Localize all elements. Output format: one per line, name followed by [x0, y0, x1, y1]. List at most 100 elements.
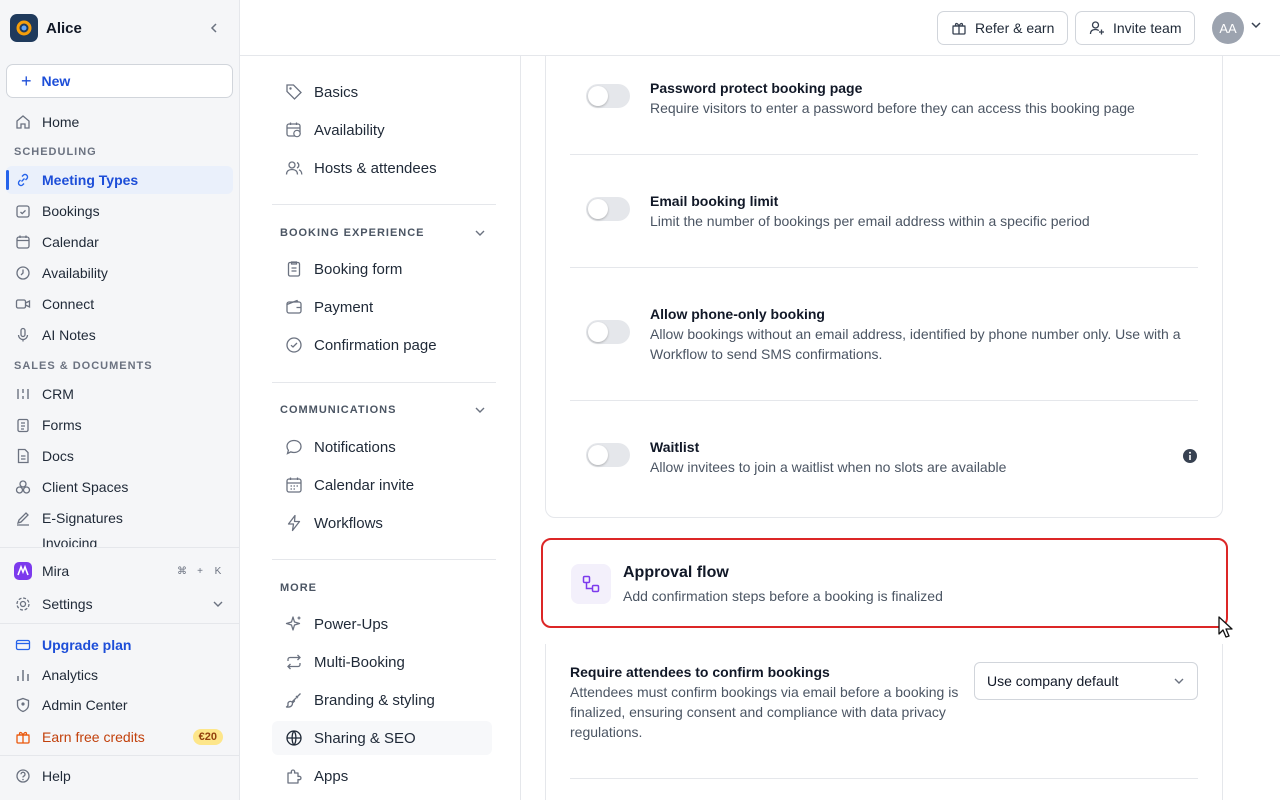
subnav-multi-booking[interactable]: Multi-Booking [272, 645, 492, 679]
nav-admin-label: Admin Center [42, 697, 128, 713]
section-booking-experience: BOOKING EXPERIENCE [280, 227, 425, 239]
nav-analytics[interactable]: Analytics [6, 661, 233, 689]
nav-calendar-label: Calendar [42, 234, 99, 250]
sidebar-divider [0, 623, 239, 624]
subnav-calendar-invite[interactable]: Calendar invite [272, 468, 492, 502]
shortcut-key: ⌘ [177, 565, 187, 577]
nav-upgrade-label: Upgrade plan [42, 637, 132, 653]
nav-forms[interactable]: Forms [6, 411, 233, 439]
invite-team-label: Invite team [1113, 20, 1182, 36]
nav-credits-label: Earn free credits [42, 729, 145, 745]
nav-crm[interactable]: CRM [6, 380, 233, 408]
section-sales-documents: SALES & DOCUMENTS [14, 360, 153, 372]
chat-bubble-icon [284, 437, 304, 457]
refer-earn-button[interactable]: Refer & earn [937, 11, 1069, 45]
info-icon[interactable] [1182, 448, 1198, 464]
nav-bookings[interactable]: Bookings [6, 197, 233, 225]
approval-flow-title: Approval flow [623, 564, 729, 581]
nav-forms-label: Forms [42, 417, 82, 433]
nav-crm-label: CRM [42, 386, 74, 402]
invite-team-button[interactable]: Invite team [1075, 11, 1196, 45]
subnav-divider [272, 559, 496, 560]
row-divider [570, 400, 1198, 401]
section-communications: COMMUNICATIONS [280, 404, 397, 416]
subnav-calendar-invite-label: Calendar invite [314, 476, 415, 494]
waitlist-toggle[interactable] [586, 443, 630, 467]
subnav-notifications[interactable]: Notifications [272, 430, 492, 464]
approval-flow-icon [571, 564, 611, 604]
client-spaces-icon [14, 478, 32, 496]
chevron-down-icon[interactable] [474, 405, 486, 415]
chevron-down-icon[interactable] [474, 228, 486, 238]
new-button[interactable]: + New [6, 64, 233, 98]
mouse-cursor-icon [1218, 616, 1233, 638]
collapse-sidebar-icon[interactable] [205, 19, 223, 37]
credits-badge: €20 [192, 729, 223, 745]
user-plus-icon [1089, 20, 1105, 36]
row-divider [570, 778, 1198, 779]
subnav-branding-label: Branding & styling [314, 691, 435, 709]
subnav-sharing-label: Sharing & SEO [314, 729, 416, 747]
nav-help-label: Help [42, 768, 71, 784]
nav-home[interactable]: Home [6, 108, 233, 136]
password-protect-toggle[interactable] [586, 84, 630, 108]
gift-icon [951, 20, 967, 36]
crm-icon [14, 385, 32, 403]
paintbrush-icon [284, 690, 304, 710]
subnav-sharing-seo[interactable]: Sharing & SEO [272, 721, 492, 755]
nav-ai-notes-label: AI Notes [42, 327, 96, 343]
workspace-name: Alice [46, 19, 82, 37]
calendar-clock-icon [284, 120, 304, 140]
users-icon [284, 158, 304, 178]
require-confirm-description: Attendees must confirm bookings via emai… [570, 684, 959, 740]
subnav-notifications-label: Notifications [314, 438, 396, 456]
subnav-confirmation-page[interactable]: Confirmation page [272, 328, 492, 362]
email-limit-toggle[interactable] [586, 197, 630, 221]
main-content: Password protect booking page Require vi… [521, 56, 1280, 800]
require-confirm-select[interactable]: Use company default [974, 662, 1198, 700]
nav-settings[interactable]: Settings [6, 590, 233, 618]
nav-e-signatures-label: E-Signatures [42, 510, 123, 526]
home-icon [14, 113, 32, 131]
subnav-power-ups[interactable]: Power-Ups [272, 607, 492, 641]
nav-earn-credits[interactable]: Earn free credits €20 [6, 723, 233, 751]
subnav-payment[interactable]: Payment [272, 290, 492, 324]
subnav-basics[interactable]: Basics [272, 75, 492, 109]
nav-calendar[interactable]: Calendar [6, 228, 233, 256]
subnav-workflows[interactable]: Workflows [272, 506, 492, 540]
nav-client-spaces[interactable]: Client Spaces [6, 473, 233, 501]
nav-upgrade-plan[interactable]: Upgrade plan [6, 631, 233, 659]
approval-flow-card[interactable]: Approval flow Add confirmation steps bef… [541, 538, 1228, 628]
nav-home-label: Home [42, 114, 80, 130]
nav-admin-center[interactable]: Admin Center [6, 691, 233, 719]
phone-only-booking-toggle[interactable] [586, 320, 630, 344]
subnav-divider [272, 382, 496, 383]
nav-availability[interactable]: Availability [6, 259, 233, 287]
chevron-down-icon[interactable] [1250, 20, 1262, 30]
sparkle-icon [284, 614, 304, 634]
user-avatar[interactable]: AA [1212, 12, 1244, 44]
require-confirm-title: Require attendees to confirm bookings [570, 664, 830, 680]
nav-meeting-types[interactable]: Meeting Types [6, 166, 233, 194]
nav-help[interactable]: Help [6, 762, 233, 790]
nav-e-signatures[interactable]: E-Signatures [6, 504, 233, 532]
top-bar: Refer & earn Invite team AA [240, 0, 1280, 56]
nav-connect[interactable]: Connect [6, 290, 233, 318]
nav-mira[interactable]: Mira ⌘ + K [6, 557, 233, 585]
nav-mira-label: Mira [42, 563, 70, 579]
workspace-switcher[interactable]: Alice [10, 14, 230, 42]
subnav-availability[interactable]: Availability [272, 113, 492, 147]
subnav-booking-form[interactable]: Booking form [272, 252, 492, 286]
gear-icon [14, 595, 32, 613]
subnav-divider [272, 204, 496, 205]
help-icon [14, 767, 32, 785]
nav-availability-label: Availability [42, 265, 108, 281]
subnav-hosts-attendees[interactable]: Hosts & attendees [272, 151, 492, 185]
nav-ai-notes[interactable]: AI Notes [6, 321, 233, 349]
approval-flow-description: Add confirmation steps before a booking … [623, 588, 943, 604]
subnav-branding-styling[interactable]: Branding & styling [272, 683, 492, 717]
subnav-apps[interactable]: Apps [272, 759, 492, 793]
microphone-icon [14, 326, 32, 344]
nav-invoicing[interactable]: Invoicing [6, 535, 233, 547]
nav-docs[interactable]: Docs [6, 442, 233, 470]
